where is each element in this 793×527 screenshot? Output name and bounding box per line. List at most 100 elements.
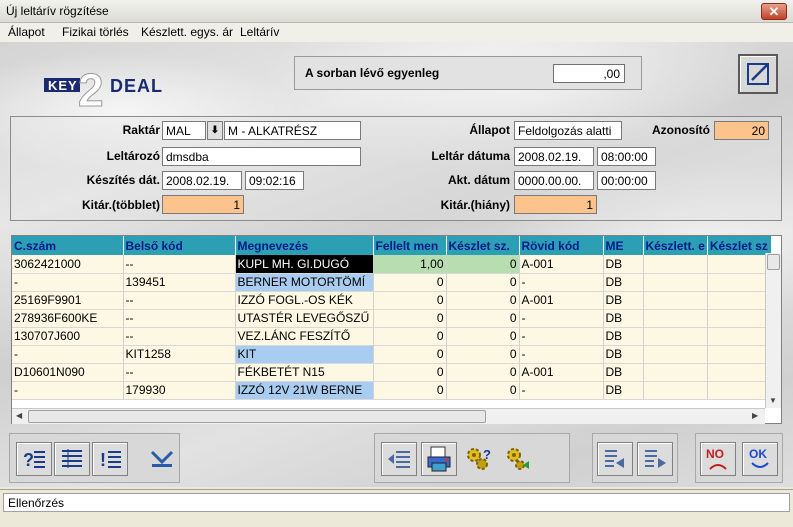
cell-me[interactable]: DB [603, 381, 644, 400]
move-left-button[interactable] [597, 442, 633, 476]
cell-fellelt-menny[interactable]: 0 [373, 345, 447, 364]
cell-rovid-kod[interactable]: - [519, 345, 604, 364]
menu-fizikai-torles[interactable]: Fizikai törlés [62, 25, 129, 39]
cell-keszlet-sz-2[interactable] [707, 273, 772, 292]
cell-keszlet-sz-2[interactable] [707, 345, 772, 364]
azonosito-field[interactable]: 20 [714, 121, 769, 140]
menu-leltariv[interactable]: Leltárív [240, 25, 279, 39]
cell-keszlet-sz-2[interactable] [707, 327, 772, 346]
cell-cszam[interactable]: 278936F600KE [12, 309, 124, 328]
col-header-keszlet-sz[interactable]: Készlet sz. [446, 236, 520, 255]
print-button[interactable] [421, 442, 457, 476]
cell-keszlett-egys[interactable] [643, 273, 708, 292]
col-header-keszlett-egys[interactable]: Készlett. e [643, 236, 708, 255]
cell-rovid-kod[interactable]: - [519, 327, 604, 346]
col-header-fellelt-menny[interactable]: Fellelt men [373, 236, 447, 255]
list-view-button[interactable] [54, 442, 90, 476]
cell-keszlet-sz[interactable]: 0 [446, 381, 520, 400]
cell-rovid-kod[interactable]: A-001 [519, 363, 604, 382]
raktar-code-field[interactable]: MAL [162, 121, 206, 140]
cell-cszam[interactable]: 3062421000 [12, 255, 124, 274]
table-row[interactable]: 25169F9901 -- IZZÓ FOGL.-OS KÉK 0 0 A-001 DB [12, 291, 772, 310]
filter-list-button[interactable]: ! [92, 442, 128, 476]
cell-me[interactable]: DB [603, 255, 644, 274]
grid-horizontal-scroll-thumb[interactable] [28, 410, 486, 423]
raktar-dropdown-button[interactable]: ⬇ [207, 121, 223, 140]
leltarozo-field[interactable]: dmsdba [162, 147, 361, 166]
cell-keszlet-sz[interactable]: 0 [446, 309, 520, 328]
cell-cszam[interactable]: 25169F9901 [12, 291, 124, 310]
cell-cszam[interactable]: - [12, 273, 124, 292]
scroll-right-arrow-icon[interactable]: ▶ [752, 411, 758, 420]
cell-belso-kod[interactable]: 139451 [123, 273, 236, 292]
keszites-time-field[interactable]: 09:02:16 [245, 171, 304, 190]
col-header-keszlet-sz-2[interactable]: Készlet sz [707, 236, 772, 255]
cell-me[interactable]: DB [603, 363, 644, 382]
move-right-button[interactable] [637, 442, 673, 476]
cell-keszlett-egys[interactable] [643, 255, 708, 274]
leltar-datum-time-field[interactable]: 08:00:00 [597, 147, 656, 166]
close-button[interactable]: ✕ [761, 3, 787, 20]
cell-rovid-kod[interactable]: - [519, 273, 604, 292]
cell-fellelt-menny[interactable]: 0 [373, 309, 447, 328]
cell-rovid-kod[interactable]: A-001 [519, 255, 604, 274]
cell-belso-kod[interactable]: -- [123, 309, 236, 328]
cell-keszlet-sz[interactable]: 0 [446, 363, 520, 382]
cell-fellelt-menny[interactable]: 0 [373, 363, 447, 382]
menu-keszlett-egys-ar[interactable]: Készlett. egys. ár [141, 25, 233, 39]
cell-keszlett-egys[interactable] [643, 327, 708, 346]
cell-cszam[interactable]: D10601N090 [12, 363, 124, 382]
akt-datum-time-field[interactable]: 00:00:00 [597, 171, 656, 190]
table-row[interactable]: 278936F600KE -- UTASTÉR LEVEGŐSZŰ 0 0- DB [12, 309, 772, 328]
cell-megnevezes[interactable]: UTASTÉR LEVEGŐSZŰ [235, 309, 374, 328]
leltar-datum-date-field[interactable]: 2008.02.19. [514, 147, 594, 166]
cell-megnevezes[interactable]: BERNER MOTORTÖMÍ [235, 273, 374, 292]
cell-keszlet-sz-2[interactable] [707, 381, 772, 400]
cell-keszlett-egys[interactable] [643, 345, 708, 364]
cell-rovid-kod[interactable]: - [519, 309, 604, 328]
cell-megnevezes[interactable]: VEZ.LÁNC FESZÍTŐ [235, 327, 374, 346]
ok-button[interactable]: OK [742, 442, 778, 476]
cell-cszam[interactable]: 130707J600 [12, 327, 124, 346]
cell-keszlet-sz-2[interactable] [707, 363, 772, 382]
cell-fellelt-menny[interactable]: 0 [373, 273, 447, 292]
grid-vertical-scrollbar[interactable] [765, 253, 781, 408]
table-row[interactable]: 3062421000 -- KUPL MH. GI.DUGÓ 1,00 0 A-001 DB [12, 255, 772, 274]
cell-me[interactable]: DB [603, 345, 644, 364]
menu-allapot[interactable]: Állapot [8, 25, 45, 39]
cell-keszlet-sz[interactable]: 0 [446, 291, 520, 310]
cell-fellelt-menny[interactable]: 0 [373, 381, 447, 400]
col-header-me[interactable]: ME [603, 236, 644, 255]
cell-keszlet-sz[interactable]: 0 [446, 255, 520, 274]
keszites-date-field[interactable]: 2008.02.19. [162, 171, 242, 190]
akt-datum-date-field[interactable]: 0000.00.00. [514, 171, 594, 190]
cell-belso-kod[interactable]: -- [123, 255, 236, 274]
cell-megnevezes[interactable]: IZZÓ 12V 21W BERNE [235, 381, 374, 400]
cell-keszlett-egys[interactable] [643, 291, 708, 310]
allapot-field[interactable]: Feldolgozás alatti [514, 121, 622, 140]
cell-keszlett-egys[interactable] [643, 381, 708, 400]
table-row[interactable]: 130707J600 -- VEZ.LÁNC FESZÍTŐ 0 0- DB [12, 327, 772, 346]
cell-me[interactable]: DB [603, 309, 644, 328]
cell-me[interactable]: DB [603, 291, 644, 310]
navigate-back-button[interactable] [381, 442, 417, 476]
cell-me[interactable]: DB [603, 327, 644, 346]
cell-keszlett-egys[interactable] [643, 363, 708, 382]
cell-belso-kod[interactable]: -- [123, 291, 236, 310]
cell-keszlet-sz-2[interactable] [707, 291, 772, 310]
col-header-megnevezes[interactable]: Megnevezés [235, 236, 374, 255]
hiany-field[interactable]: 1 [514, 195, 597, 214]
table-row[interactable]: D10601N090 -- FÉKBETÉT N15 0 0 A-001 DB [12, 363, 772, 382]
cell-keszlet-sz-2[interactable] [707, 255, 772, 274]
edit-button[interactable] [738, 54, 778, 94]
cell-belso-kod[interactable]: KIT1258 [123, 345, 236, 364]
help-list-button[interactable]: ? [16, 442, 52, 476]
cell-megnevezes[interactable]: KIT [235, 345, 374, 364]
table-row[interactable]: -139451 BERNER MOTORTÖMÍ 0 0- DB [12, 273, 772, 292]
cell-belso-kod[interactable]: 179930 [123, 381, 236, 400]
table-row[interactable]: - KIT1258 KIT 0 0- DB [12, 345, 772, 364]
col-header-belso-kod[interactable]: Belső kód [123, 236, 236, 255]
cell-megnevezes[interactable]: FÉKBETÉT N15 [235, 363, 374, 382]
cell-rovid-kod[interactable]: - [519, 381, 604, 400]
cell-keszlet-sz[interactable]: 0 [446, 345, 520, 364]
